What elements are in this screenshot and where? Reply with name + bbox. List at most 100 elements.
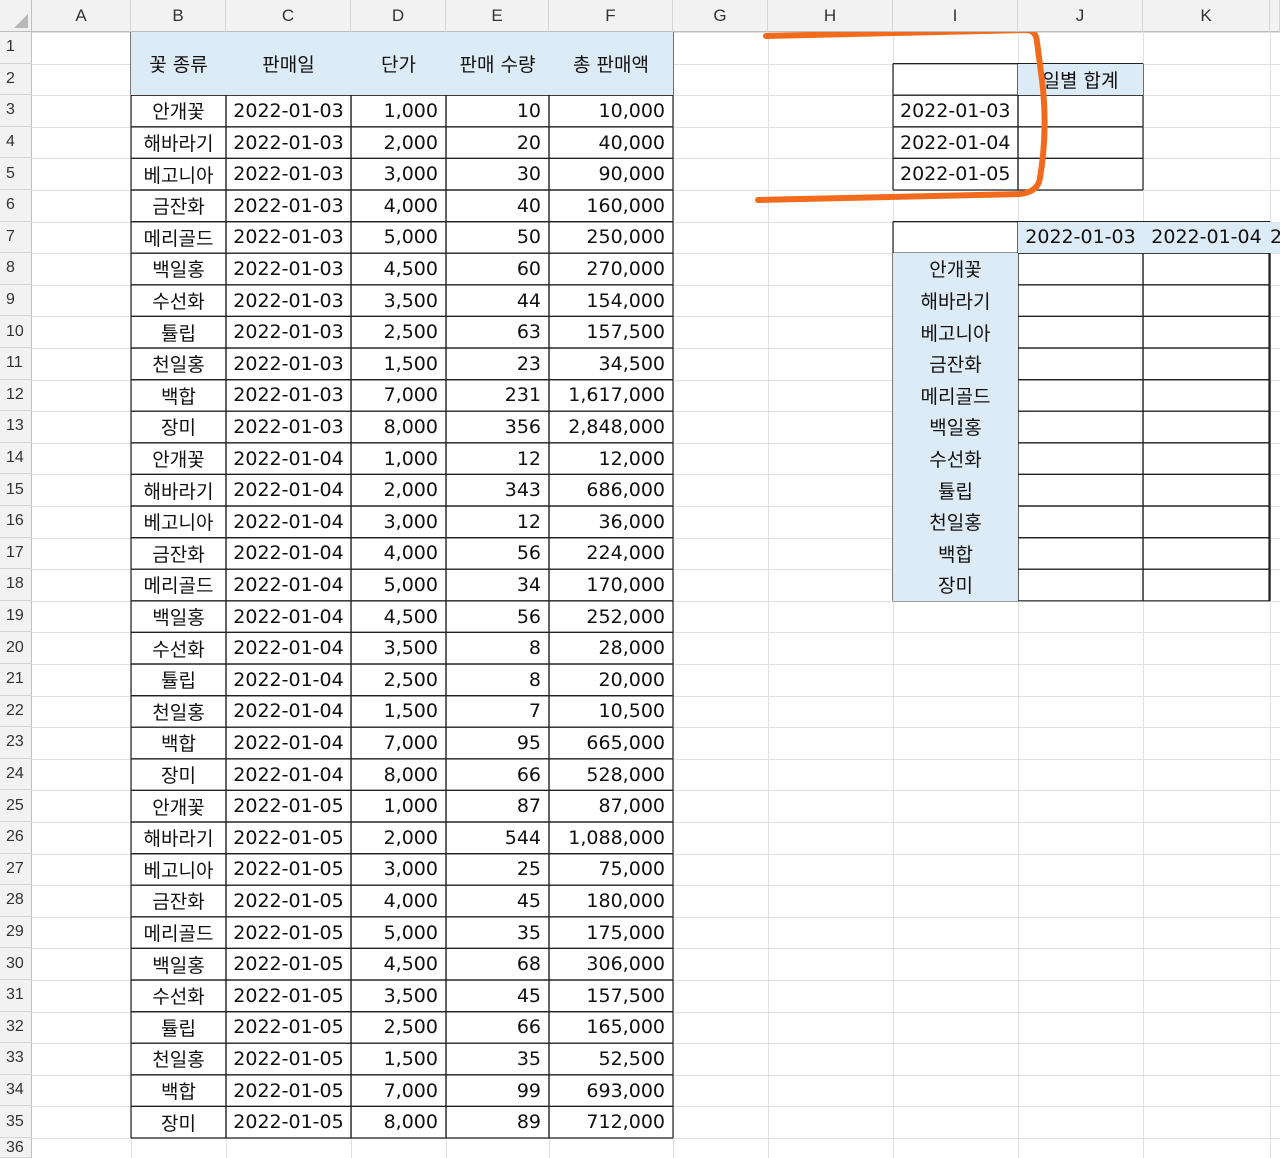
sales-data-cell[interactable]: 36,000	[549, 506, 673, 538]
sales-data-cell[interactable]: 2022-01-04	[226, 727, 351, 759]
column-header[interactable]: A	[32, 0, 131, 32]
cross-table-value-cell[interactable]	[1270, 569, 1278, 601]
sales-data-cell[interactable]: 2,500	[351, 664, 446, 696]
sales-data-cell[interactable]: 2022-01-03	[226, 411, 351, 443]
sales-data-cell[interactable]: 10	[446, 95, 549, 127]
sales-data-cell[interactable]: 튤립	[131, 316, 226, 348]
sales-data-cell[interactable]: 천일홍	[131, 1043, 226, 1075]
sales-data-cell[interactable]: 2,500	[351, 316, 446, 348]
cross-table-value-cell[interactable]	[1018, 538, 1143, 570]
sales-data-cell[interactable]: 백일홍	[131, 601, 226, 633]
cross-table-value-cell[interactable]	[1143, 538, 1270, 570]
cross-table-flower-header[interactable]: 해바라기	[893, 284, 1018, 317]
row-header[interactable]: 9	[0, 284, 32, 317]
sales-data-cell[interactable]: 66	[446, 759, 549, 791]
sales-data-cell[interactable]: 8	[446, 632, 549, 664]
sales-data-cell[interactable]: 45	[446, 885, 549, 917]
sales-data-cell[interactable]: 베고니아	[131, 854, 226, 886]
daily-total-header-cell[interactable]: 일별 합계	[1018, 63, 1143, 96]
cross-table-value-cell[interactable]	[1018, 253, 1143, 285]
sales-data-cell[interactable]: 3,500	[351, 980, 446, 1012]
cross-table-flower-header[interactable]: 천일홍	[893, 506, 1018, 538]
row-header[interactable]: 1	[0, 32, 32, 64]
row-header[interactable]: 36	[0, 1138, 32, 1158]
row-header[interactable]: 18	[0, 569, 32, 601]
column-header[interactable]: J	[1018, 0, 1143, 32]
row-header[interactable]: 14	[0, 442, 32, 475]
cross-table-value-cell[interactable]	[1143, 443, 1270, 475]
column-header[interactable]: F	[549, 0, 673, 32]
sales-data-cell[interactable]: 7,000	[351, 1075, 446, 1107]
row-header[interactable]: 24	[0, 758, 32, 791]
sales-data-cell[interactable]: 1,000	[351, 443, 446, 475]
column-header[interactable]: E	[446, 0, 549, 32]
sales-data-cell[interactable]: 68	[446, 948, 549, 980]
row-header[interactable]: 21	[0, 664, 32, 696]
row-header[interactable]: 6	[0, 190, 32, 222]
cross-table-value-cell[interactable]	[1270, 253, 1278, 285]
sales-data-cell[interactable]: 2022-01-05	[226, 854, 351, 886]
sales-data-cell[interactable]: 30	[446, 158, 549, 190]
sales-data-cell[interactable]: 52,500	[549, 1043, 673, 1075]
sales-data-cell[interactable]: 528,000	[549, 759, 673, 791]
row-header[interactable]: 22	[0, 695, 32, 728]
cross-table-value-cell[interactable]	[1270, 506, 1278, 538]
sales-header-cell[interactable]: 판매일	[226, 32, 351, 96]
sales-data-cell[interactable]: 2022-01-05	[226, 948, 351, 980]
cross-table-date-header[interactable]: 2022-01-04	[1143, 221, 1270, 254]
sales-data-cell[interactable]: 306,000	[549, 948, 673, 980]
sales-data-cell[interactable]: 5,000	[351, 917, 446, 949]
sales-data-cell[interactable]: 백일홍	[131, 253, 226, 285]
sales-data-cell[interactable]: 수선화	[131, 632, 226, 664]
sales-data-cell[interactable]: 1,500	[351, 348, 446, 380]
sales-data-cell[interactable]: 63	[446, 316, 549, 348]
sales-data-cell[interactable]: 40,000	[549, 127, 673, 159]
sales-data-cell[interactable]: 금잔화	[131, 190, 226, 222]
row-header[interactable]: 2	[0, 63, 32, 96]
row-header[interactable]: 4	[0, 126, 32, 159]
sales-data-cell[interactable]: 2022-01-03	[226, 380, 351, 412]
sales-data-cell[interactable]: 2022-01-05	[226, 1012, 351, 1044]
sales-data-cell[interactable]: 175,000	[549, 917, 673, 949]
cross-table-flower-header[interactable]: 수선화	[893, 442, 1018, 475]
sales-data-cell[interactable]: 3,000	[351, 158, 446, 190]
sales-data-cell[interactable]: 2022-01-05	[226, 885, 351, 917]
sales-data-cell[interactable]: 3,000	[351, 854, 446, 886]
row-header[interactable]: 34	[0, 1074, 32, 1107]
row-header[interactable]: 28	[0, 885, 32, 917]
cross-table-flower-header[interactable]: 장미	[893, 569, 1018, 601]
sales-data-cell[interactable]: 5,000	[351, 569, 446, 601]
sales-data-cell[interactable]: 20	[446, 127, 549, 159]
cross-table-value-cell[interactable]	[1018, 316, 1143, 348]
sales-data-cell[interactable]: 12	[446, 443, 549, 475]
daily-total-value-cell[interactable]	[1018, 127, 1143, 159]
sales-data-cell[interactable]: 34,500	[549, 348, 673, 380]
sales-data-cell[interactable]: 1,617,000	[549, 380, 673, 412]
sales-data-cell[interactable]: 2022-01-03	[226, 95, 351, 127]
sales-data-cell[interactable]: 백합	[131, 380, 226, 412]
sales-data-cell[interactable]: 270,000	[549, 253, 673, 285]
sales-data-cell[interactable]: 45	[446, 980, 549, 1012]
cross-table-value-cell[interactable]	[1143, 285, 1270, 317]
sales-data-cell[interactable]: 2,848,000	[549, 411, 673, 443]
cross-table-date-header[interactable]: 2022-01-05	[1270, 221, 1280, 254]
row-header[interactable]: 15	[0, 474, 32, 506]
sales-data-cell[interactable]: 224,000	[549, 538, 673, 570]
sales-data-cell[interactable]: 메리골드	[131, 569, 226, 601]
sales-data-cell[interactable]: 12,000	[549, 443, 673, 475]
sales-data-cell[interactable]: 686,000	[549, 474, 673, 506]
cross-table-value-cell[interactable]	[1270, 443, 1278, 475]
row-header[interactable]: 23	[0, 727, 32, 759]
column-header[interactable]: H	[768, 0, 893, 32]
row-header[interactable]: 12	[0, 379, 32, 412]
sales-data-cell[interactable]: 2022-01-04	[226, 506, 351, 538]
sales-data-cell[interactable]: 2022-01-03	[226, 127, 351, 159]
sales-data-cell[interactable]: 693,000	[549, 1075, 673, 1107]
sales-data-cell[interactable]: 2022-01-05	[226, 822, 351, 854]
cross-table-date-header[interactable]: 2022-01-03	[1018, 221, 1143, 254]
sales-data-cell[interactable]: 154,000	[549, 285, 673, 317]
sales-data-cell[interactable]: 50	[446, 222, 549, 254]
cross-table-value-cell[interactable]	[1143, 411, 1270, 443]
row-header[interactable]: 7	[0, 221, 32, 254]
cross-table-value-cell[interactable]	[1143, 569, 1270, 601]
